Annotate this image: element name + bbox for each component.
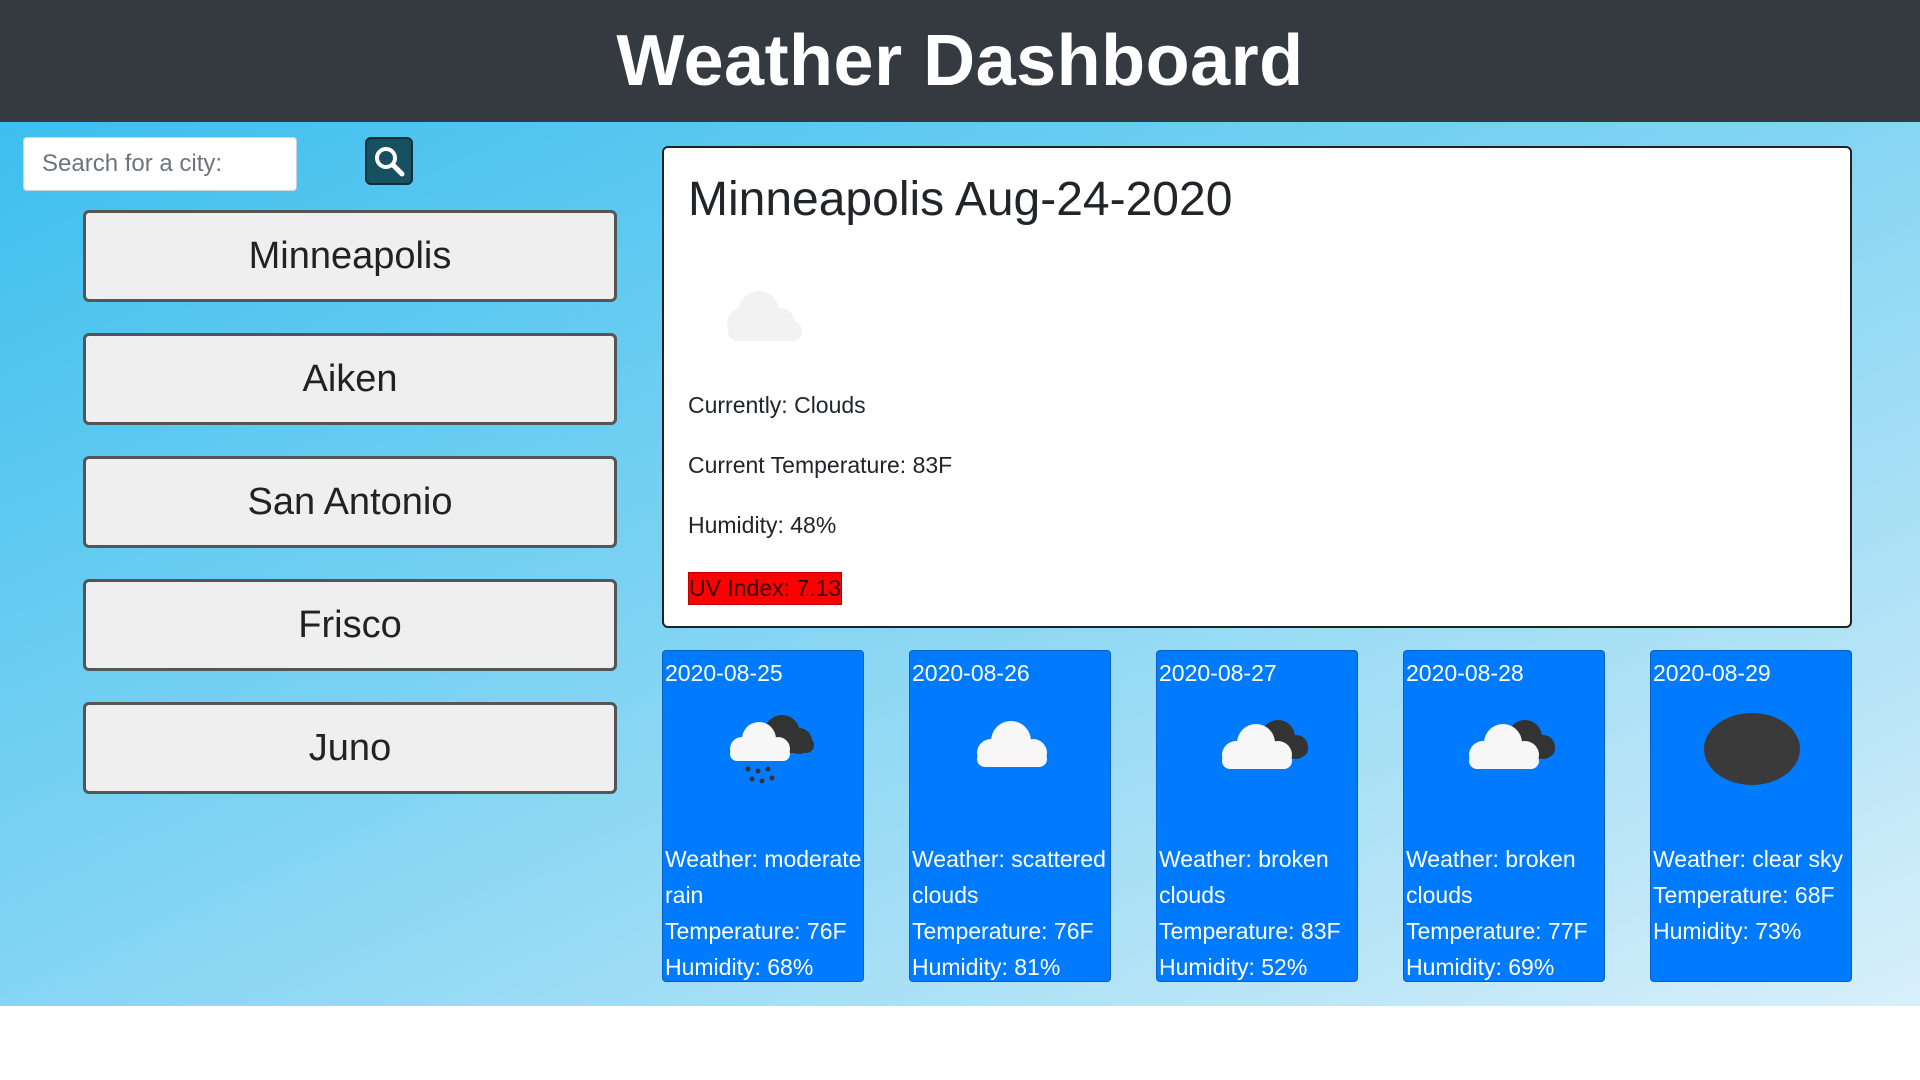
main-area: Minneapolis Aiken San Antonio Frisco Jun… [0,122,1920,1006]
search-history-list: Minneapolis Aiken San Antonio Frisco Jun… [83,210,617,825]
forecast-card: 2020-08-29 Weather: clear sky Temperatur… [1650,650,1852,982]
forecast-weather: Weather: clear sky [1653,846,1844,872]
scattered-clouds-icon [977,721,1047,767]
forecast-date: 2020-08-25 [665,660,783,686]
forecast-humidity: Humidity: 81% [912,954,1061,980]
city-button-aiken[interactable]: Aiken [83,333,617,425]
forecast-humidity: Humidity: 73% [1653,918,1802,944]
forecast-weather: Weather: broken clouds [1406,846,1576,908]
forecast-date: 2020-08-29 [1653,660,1771,686]
page-title: Weather Dashboard [616,21,1304,101]
app-header: Weather Dashboard [0,0,1920,122]
cloud-icon [727,291,802,341]
forecast-card: 2020-08-28 Weather: broken clouds Temper… [1403,650,1605,982]
search-input[interactable] [23,137,297,191]
forecast-humidity: Humidity: 69% [1406,954,1555,980]
broken-clouds-icon [1222,720,1308,769]
forecast-card: 2020-08-25 Weather: moderate rain Temper… [662,650,864,982]
forecast-temperature: Temperature: 76F [665,918,847,944]
current-temperature: Current Temperature: 83F [688,452,953,478]
current-city-title: Minneapolis Aug-24-2020 [688,173,1233,226]
uv-index-badge: UV Index: 7.13 [688,572,843,605]
forecast-card: 2020-08-27 Weather: broken clouds Temper… [1156,650,1358,982]
forecast-temperature: Temperature: 83F [1159,918,1341,944]
forecast-weather: Weather: scattered clouds [912,846,1106,908]
forecast-date: 2020-08-28 [1406,660,1524,686]
current-weather-card: Minneapolis Aug-24-2020 Currently: Cloud… [662,146,1852,628]
forecast-card: 2020-08-26 Weather: scattered clouds Tem… [909,650,1111,982]
broken-clouds-icon [1469,720,1555,769]
forecast-temperature: Temperature: 68F [1653,882,1835,908]
forecast-date: 2020-08-27 [1159,660,1277,686]
clear-sky-icon [1704,713,1800,785]
forecast-weather: Weather: moderate rain [665,846,862,908]
forecast-temperature: Temperature: 76F [912,918,1094,944]
forecast-temperature: Temperature: 77F [1406,918,1588,944]
city-button-san-antonio[interactable]: San Antonio [83,456,617,548]
city-button-frisco[interactable]: Frisco [83,579,617,671]
five-day-forecast: 2020-08-25 Weather: moderate rain Temper… [662,650,1852,984]
current-conditions: Currently: Clouds [688,392,866,418]
forecast-humidity: Humidity: 52% [1159,954,1308,980]
rain-icon [730,715,814,784]
forecast-date: 2020-08-26 [912,660,1030,686]
city-button-minneapolis[interactable]: Minneapolis [83,210,617,302]
forecast-humidity: Humidity: 68% [665,954,814,980]
forecast-weather: Weather: broken clouds [1159,846,1329,908]
search-icon [375,147,405,177]
search-button[interactable] [365,137,413,185]
current-humidity: Humidity: 48% [688,512,837,538]
city-button-juno[interactable]: Juno [83,702,617,794]
